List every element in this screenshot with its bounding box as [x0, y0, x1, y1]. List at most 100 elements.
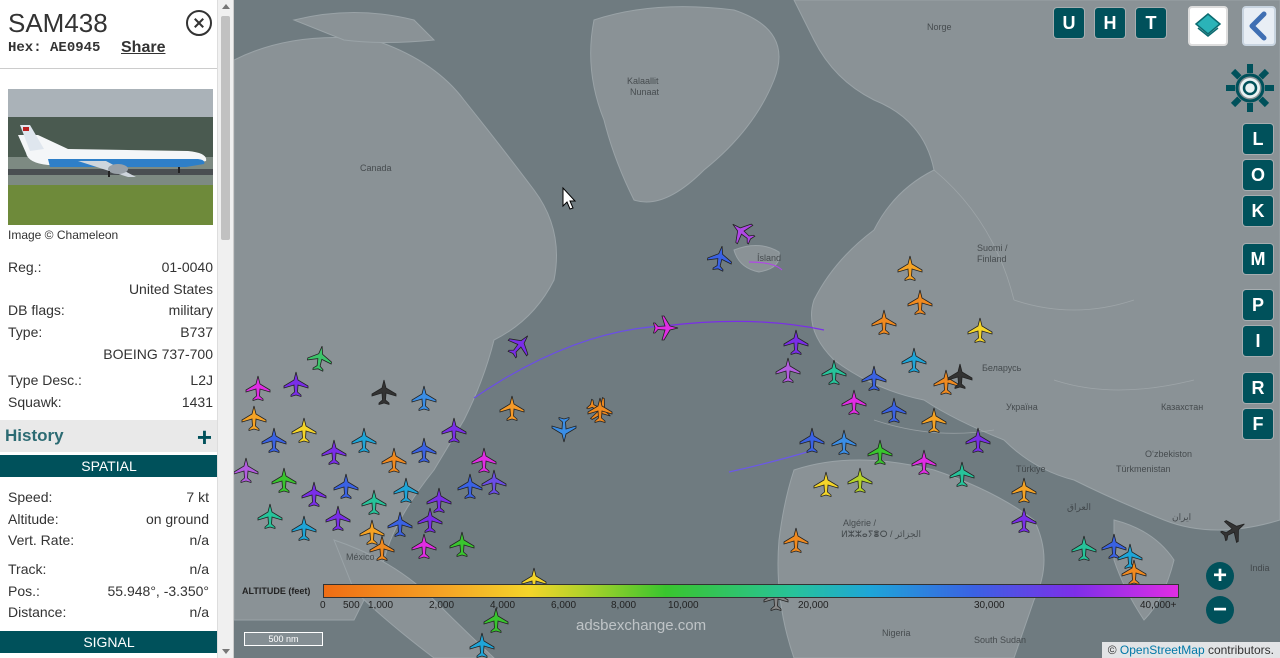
- divider: [0, 68, 218, 69]
- altitude-legend-label: ALTITUDE (feet): [242, 586, 311, 596]
- spatial-value: 55.948°, -3.350°: [107, 583, 210, 599]
- label-iran: ایران: [1172, 512, 1191, 523]
- detail-key: Squawk:: [8, 394, 62, 410]
- chevron-left-icon: [1249, 11, 1267, 41]
- map-button-l[interactable]: L: [1243, 124, 1273, 154]
- scroll-up-arrow-icon[interactable]: [222, 4, 230, 9]
- detail-key: Type Desc.:: [8, 372, 82, 388]
- label-canada: Canada: [360, 163, 392, 173]
- label-norge: Norge: [927, 22, 952, 32]
- map-button-r[interactable]: R: [1243, 373, 1273, 403]
- selected-flight-track: [663, 320, 825, 331]
- aircraft-photo[interactable]: [8, 89, 213, 225]
- map-button-k[interactable]: K: [1243, 196, 1273, 226]
- image-credit: Image © Chameleon: [8, 228, 119, 242]
- label-nigeria: Nigeria: [882, 628, 911, 638]
- altitude-tick: 500: [343, 600, 360, 611]
- label-turkiye: Türkiye: [1016, 464, 1046, 474]
- altitude-tick: 8,000: [611, 600, 637, 611]
- hex-value: AE0945: [50, 40, 101, 56]
- share-link[interactable]: Share: [121, 39, 165, 57]
- site-watermark: adsbexchange.com: [576, 617, 707, 634]
- altitude-tick: 20,000: [798, 600, 829, 611]
- history-section-header[interactable]: History +: [0, 420, 218, 452]
- label-south-sudan: South Sudan: [974, 635, 1026, 645]
- callsign: SAM438: [8, 8, 108, 38]
- detail-value: 1431: [181, 394, 213, 410]
- detail-value: B737: [180, 324, 213, 340]
- label-finland: Finland: [977, 254, 1007, 264]
- aircraft-atlantic[interactable]: [587, 214, 760, 423]
- map-button-p[interactable]: P: [1243, 290, 1273, 320]
- mouse-cursor-icon: [562, 186, 577, 210]
- altitude-tick: 1,000: [368, 600, 394, 611]
- collapse-sidebar-button[interactable]: [1242, 6, 1276, 46]
- label-kalaallit: Kalaallit: [627, 76, 659, 86]
- spatial-key: Track:: [8, 561, 47, 577]
- openstreetmap-link[interactable]: OpenStreetMap: [1120, 643, 1205, 657]
- map-basemap: Kalaallit Nunaat Canada Ísland Norge Suo…: [234, 0, 1280, 658]
- map-button-f[interactable]: F: [1243, 409, 1273, 439]
- detail-value: United States: [128, 281, 213, 297]
- history-label: History: [5, 426, 64, 445]
- zoom-in-button[interactable]: +: [1206, 562, 1234, 590]
- label-nunaat: Nunaat: [630, 87, 660, 97]
- map-button-t[interactable]: T: [1136, 8, 1166, 38]
- scroll-thumb[interactable]: [221, 16, 230, 240]
- label-india: India: [1250, 563, 1270, 573]
- sidebar-scrollbar[interactable]: [217, 0, 233, 658]
- label-algerie-ar: ⵍⵣⵣⴰⵢⴻⵔ / الجزائر: [841, 529, 921, 540]
- label-algerie: Algérie /: [843, 518, 877, 528]
- detail-value: military: [168, 302, 213, 318]
- map-button-o[interactable]: O: [1243, 160, 1273, 190]
- detail-key: Type:: [8, 324, 43, 340]
- signal-section-bar[interactable]: SIGNAL: [0, 631, 218, 653]
- map-scale-bar: 500 nm: [244, 632, 323, 646]
- layers-button[interactable]: [1188, 6, 1228, 46]
- flight-track: [473, 325, 665, 399]
- spatial-value: n/a: [189, 561, 209, 577]
- spatial-key: Pos.:: [8, 583, 40, 599]
- altitude-tick: 0: [320, 600, 326, 611]
- sidebar-content: SAM438 Hex: AE0945 Share Image © Chamele…: [0, 0, 218, 658]
- map-button-h[interactable]: H: [1095, 8, 1125, 38]
- flight-map[interactable]: Kalaallit Nunaat Canada Ísland Norge Suo…: [234, 0, 1280, 658]
- spatial-value: 7 kt: [186, 489, 209, 505]
- label-iraq: العراق: [1067, 502, 1091, 513]
- hex-label: Hex:: [8, 40, 42, 56]
- expand-plus-icon[interactable]: +: [197, 422, 212, 453]
- altitude-tick: 4,000: [490, 600, 516, 611]
- altitude-legend: ALTITUDE (feet) 0 500 1,000 2,000 4,000 …: [242, 582, 1186, 616]
- scroll-down-arrow-icon[interactable]: [222, 649, 230, 654]
- label-mexico: México: [346, 552, 375, 562]
- detail-key: Reg.:: [8, 259, 42, 275]
- altitude-gradient-bar: [323, 584, 1179, 598]
- label-uzbekistan: Oʻzbekiston: [1145, 449, 1192, 459]
- attribution-suffix: contributors.: [1204, 643, 1274, 657]
- settings-gear-icon[interactable]: [1222, 60, 1278, 116]
- spatial-section-bar[interactable]: SPATIAL: [0, 455, 218, 477]
- layers-icon: [1194, 13, 1222, 37]
- spatial-key: Distance:: [8, 604, 67, 620]
- altitude-tick: 2,000: [429, 600, 455, 611]
- spatial-value: on ground: [145, 511, 209, 527]
- map-button-m[interactable]: M: [1243, 244, 1273, 274]
- label-belarus: Беларусь: [982, 363, 1022, 373]
- label-ukraina: Україна: [1006, 402, 1038, 412]
- detail-key: DB flags:: [8, 302, 65, 318]
- attribution-prefix: ©: [1107, 643, 1120, 657]
- altitude-tick: 6,000: [551, 600, 577, 611]
- altitude-tick: 30,000: [974, 600, 1005, 611]
- label-turkmenistan: Türkmenistan: [1116, 464, 1171, 474]
- spatial-key: Speed:: [8, 489, 53, 505]
- aircraft-info-sidebar: SAM438 Hex: AE0945 Share Image © Chamele…: [0, 0, 234, 658]
- zoom-out-button[interactable]: −: [1206, 596, 1234, 624]
- spatial-key: Vert. Rate:: [8, 532, 75, 548]
- close-icon[interactable]: [186, 10, 212, 36]
- detail-value: BOEING 737-700: [103, 346, 213, 362]
- label-island: Ísland: [757, 253, 781, 263]
- label-kazakhstan: Казахстан: [1161, 402, 1203, 412]
- map-button-i[interactable]: I: [1243, 326, 1273, 356]
- map-button-u[interactable]: U: [1054, 8, 1084, 38]
- app-root: SAM438 Hex: AE0945 Share Image © Chamele…: [0, 0, 1280, 658]
